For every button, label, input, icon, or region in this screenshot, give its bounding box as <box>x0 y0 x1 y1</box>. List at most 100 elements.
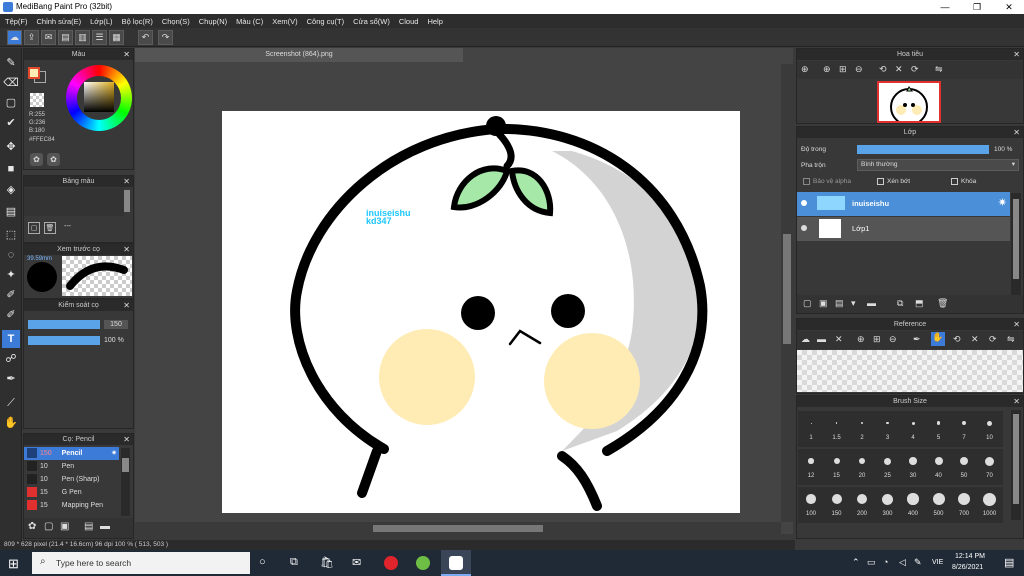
brush-item-pen[interactable]: 10 Pen <box>24 460 119 473</box>
undo-icon[interactable]: ↶ <box>138 30 153 45</box>
language-indicator[interactable]: VIE <box>932 559 943 566</box>
zoom-in-icon[interactable]: ⊕ <box>823 64 831 75</box>
eye-icon[interactable] <box>801 200 807 206</box>
navigator-preview[interactable] <box>877 81 941 126</box>
zoom-in-icon[interactable]: ⊕ <box>857 334 865 345</box>
brush-size-option[interactable]: 300 <box>874 487 901 523</box>
brush-size-option[interactable]: 4 <box>900 411 926 447</box>
check-tool-icon[interactable]: ✔ <box>2 114 20 132</box>
reset-icon[interactable]: ✕ <box>971 334 979 345</box>
brush-size-option[interactable]: 10 <box>976 411 1003 447</box>
rotate-right-icon[interactable]: ⟳ <box>989 334 997 345</box>
brush-size-option[interactable]: 40 <box>925 449 952 485</box>
brush-folder-icon[interactable]: ▬ <box>100 521 110 532</box>
brush-size-option[interactable]: 25 <box>874 449 901 485</box>
reference-cloud-icon[interactable]: ☁ <box>801 334 810 345</box>
store-icon[interactable]: 🛍 <box>320 556 334 569</box>
canvas-horizontal-scrollbar[interactable] <box>135 522 781 534</box>
close-icon[interactable]: ✕ <box>1013 127 1020 138</box>
close-icon[interactable]: ✕ <box>1013 396 1020 407</box>
close-button[interactable]: ✕ <box>994 0 1024 14</box>
zoom-out-icon[interactable]: ⊖ <box>855 64 863 75</box>
brush-item-pen-sharp[interactable]: 10 Pen (Sharp) <box>24 473 119 486</box>
minimize-button[interactable]: — <box>930 0 960 14</box>
brush-size-option[interactable]: 15 <box>823 449 850 485</box>
magic-wand-icon[interactable]: ✦ <box>2 266 20 284</box>
eraser-tool-icon[interactable]: ⌫ <box>2 74 20 92</box>
folder-icon[interactable]: ▬ <box>867 298 876 308</box>
palette-area[interactable] <box>24 188 124 216</box>
brush-size-slider[interactable] <box>28 320 100 329</box>
protect-alpha-checkbox[interactable] <box>803 178 810 185</box>
brush-settings-icon[interactable]: ✷ <box>111 447 117 460</box>
brush-size-option[interactable]: 70 <box>976 449 1003 485</box>
close-icon[interactable]: ✕ <box>123 49 130 60</box>
color-picker-icon[interactable]: ✿ <box>30 153 43 166</box>
brush-list-scrollbar[interactable] <box>121 448 130 516</box>
brush-menu-icon[interactable]: ▣ <box>60 521 69 532</box>
brush-size-option[interactable]: 2 <box>849 411 875 447</box>
grid-icon[interactable]: ▦ <box>109 30 124 45</box>
menu-help[interactable]: Help <box>427 17 442 26</box>
blend-mode-select[interactable]: Bình thường ▾ <box>857 159 1019 171</box>
menu-tools[interactable]: Công cụ(T) <box>307 17 345 26</box>
rotate-left-icon[interactable]: ⟲ <box>953 334 961 345</box>
menu-file[interactable]: Tệp(F) <box>5 17 28 26</box>
clipping-checkbox[interactable] <box>877 178 884 185</box>
menu-snap[interactable]: Chụp(N) <box>199 17 227 26</box>
color-wheel[interactable] <box>66 65 132 131</box>
mail-icon[interactable]: ✉ <box>352 556 361 569</box>
taskbar-search-box[interactable]: ⌕ Type here to search <box>32 552 250 574</box>
rect-tool-icon[interactable]: ▢ <box>2 94 20 112</box>
close-reference-icon[interactable]: ✕ <box>835 334 843 345</box>
maximize-button[interactable]: ❐ <box>962 0 992 14</box>
flip-icon[interactable]: ⇋ <box>1007 334 1015 345</box>
brush-size-option[interactable]: 30 <box>900 449 926 485</box>
canvas-vertical-scrollbar[interactable] <box>781 64 793 522</box>
close-icon[interactable]: ✕ <box>1013 49 1020 60</box>
list-icon[interactable]: ☰ <box>92 30 107 45</box>
notification-icon[interactable]: ▤ <box>1004 556 1014 569</box>
clock-date[interactable]: 8/26/2021 <box>952 564 983 571</box>
menu-view[interactable]: Xem(V) <box>272 17 297 26</box>
document-tab[interactable]: Screenshot (864).png <box>135 48 463 62</box>
brush-size-option[interactable]: 50 <box>951 449 977 485</box>
color-settings-icon[interactable]: ✿ <box>47 153 60 166</box>
hand-tool-icon[interactable]: ✋ <box>2 414 20 432</box>
fg-color-swatch[interactable] <box>28 67 40 79</box>
brush-tool-icon[interactable]: ✎ <box>2 54 20 72</box>
select-pen-icon[interactable]: ✐ <box>2 286 20 304</box>
brush-item-g-pen[interactable]: 15 G Pen <box>24 486 119 499</box>
close-icon[interactable]: ✕ <box>123 244 130 255</box>
fit-icon[interactable]: ⊞ <box>873 334 881 345</box>
delete-layer-icon[interactable]: 🗑 <box>937 298 948 309</box>
zoom-out-icon[interactable]: ⊖ <box>889 334 897 345</box>
opera-icon[interactable] <box>384 556 398 570</box>
brush-opacity-slider[interactable] <box>28 336 100 345</box>
brush-cloud-icon[interactable]: ✿ <box>28 521 36 532</box>
reference-view[interactable] <box>797 350 1023 392</box>
doc-icon[interactable]: ▥ <box>75 30 90 45</box>
network-icon[interactable]: ◔ <box>883 557 888 567</box>
cloud-icon[interactable]: ☁ <box>7 30 22 45</box>
operation-tool-icon[interactable]: ☍ <box>2 350 20 368</box>
menu-window[interactable]: Cửa sổ(W) <box>353 17 390 26</box>
flip-icon[interactable]: ⇋ <box>935 64 943 75</box>
saturation-square[interactable] <box>84 82 114 112</box>
new-brush-icon[interactable]: ▢ <box>44 521 53 532</box>
brush-size-value[interactable]: 150 <box>104 320 128 329</box>
redo-icon[interactable]: ↷ <box>158 30 173 45</box>
brush-size-option[interactable]: 700 <box>951 487 977 523</box>
fit-icon[interactable]: ⊞ <box>839 64 847 75</box>
new-1bit-layer-icon[interactable]: ▤ <box>835 298 844 309</box>
note-icon[interactable]: ▤ <box>58 30 73 45</box>
brush-size-option[interactable]: 1.5 <box>823 411 850 447</box>
drawing-canvas[interactable]: inuiseishu kd347 <box>222 111 740 513</box>
hand-icon[interactable]: ✋ <box>931 332 945 346</box>
brush-size-option[interactable]: 7 <box>951 411 977 447</box>
menu-select[interactable]: Chọn(S) <box>162 17 190 26</box>
comment-icon[interactable]: ✉ <box>41 30 56 45</box>
duplicate-layer-icon[interactable]: ⧉ <box>897 298 903 309</box>
rotate-left-icon[interactable]: ⟲ <box>879 64 887 75</box>
chevron-up-icon[interactable]: ⌃ <box>852 557 860 568</box>
